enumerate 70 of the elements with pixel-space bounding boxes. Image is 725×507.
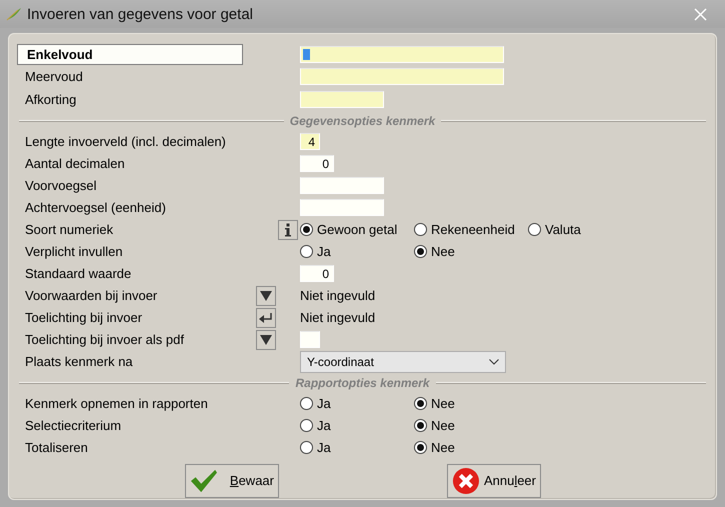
field-label: Totaliseren bbox=[24, 439, 89, 457]
field-label: Selectiecriterium bbox=[24, 417, 122, 435]
input-field[interactable] bbox=[300, 46, 504, 63]
input-field[interactable] bbox=[300, 177, 384, 194]
cancel-button[interactable]: Annuleer bbox=[447, 464, 541, 498]
text-cursor bbox=[303, 48, 310, 60]
dropdown-button[interactable] bbox=[256, 286, 276, 306]
radio-button[interactable] bbox=[300, 419, 313, 432]
input-field[interactable] bbox=[300, 90, 384, 108]
feather-icon bbox=[6, 7, 22, 21]
triangle-down-icon bbox=[260, 334, 272, 344]
field-label: Standaard waarde bbox=[24, 265, 132, 283]
field-label: Achtervoegsel (eenheid) bbox=[24, 199, 167, 217]
section-heading: Gegevensopties kenmerk bbox=[290, 114, 436, 128]
radio-option[interactable]: Nee bbox=[414, 396, 455, 411]
input-field[interactable]: 0 bbox=[300, 265, 334, 282]
radio-button[interactable] bbox=[300, 223, 313, 236]
field-label: Voorvoegsel bbox=[24, 177, 98, 195]
field-label: Toelichting bij invoer bbox=[24, 309, 144, 327]
input-field[interactable] bbox=[300, 331, 320, 348]
field-label: Meervoud bbox=[24, 68, 84, 86]
radio-option[interactable]: Rekeneenheid bbox=[414, 222, 515, 237]
close-icon bbox=[694, 8, 707, 20]
info-icon bbox=[283, 222, 293, 236]
radio-option[interactable]: Gewoon getal bbox=[300, 222, 398, 237]
return-icon bbox=[259, 312, 273, 322]
radio-button[interactable] bbox=[528, 223, 541, 236]
cancel-icon bbox=[452, 466, 480, 496]
window-title: Invoeren van gegevens voor getal bbox=[27, 6, 253, 22]
field-label: Soort numeriek bbox=[24, 221, 114, 239]
info-button[interactable] bbox=[278, 220, 298, 240]
value-text: Niet ingevuld bbox=[300, 310, 376, 325]
field-label: Verplicht invullen bbox=[24, 243, 124, 261]
field-label: Lengte invoerveld (incl. decimalen) bbox=[24, 133, 227, 151]
field-label: Kenmerk opnemen in rapporten bbox=[24, 395, 209, 413]
radio-button[interactable] bbox=[300, 441, 313, 454]
radio-button[interactable] bbox=[414, 441, 427, 454]
radio-option[interactable]: Ja bbox=[300, 418, 331, 433]
radio-option[interactable]: Valuta bbox=[528, 222, 581, 237]
return-button[interactable] bbox=[256, 308, 276, 328]
field-label: Enkelvoud bbox=[17, 44, 243, 65]
radio-option[interactable]: Ja bbox=[300, 244, 331, 259]
field-label: Toelichting bij invoer als pdf bbox=[24, 331, 185, 349]
radio-button[interactable] bbox=[414, 419, 427, 432]
radio-button[interactable] bbox=[300, 397, 313, 410]
radio-option[interactable]: Nee bbox=[414, 440, 455, 455]
triangle-down-icon bbox=[260, 290, 272, 300]
radio-button[interactable] bbox=[414, 397, 427, 410]
check-icon bbox=[190, 468, 218, 494]
field-label: Aantal decimalen bbox=[24, 155, 126, 173]
field-label: Plaats kenmerk na bbox=[24, 353, 134, 371]
radio-option[interactable]: Ja bbox=[300, 396, 331, 411]
input-field[interactable]: 0 bbox=[300, 155, 334, 172]
input-field[interactable]: 4 bbox=[300, 133, 320, 150]
section-heading: Rapportopties kenmerk bbox=[295, 376, 430, 390]
input-field[interactable] bbox=[300, 199, 384, 216]
dropdown-field[interactable]: Y-coordinaat bbox=[300, 350, 506, 372]
field-label: Voorwaarden bij invoer bbox=[24, 287, 158, 305]
radio-option[interactable]: Ja bbox=[300, 440, 331, 455]
field-label: Afkorting bbox=[24, 90, 78, 109]
save-button[interactable]: Bewaar bbox=[185, 464, 279, 498]
chevron-down-icon bbox=[489, 358, 499, 364]
value-text: Niet ingevuld bbox=[300, 288, 376, 303]
input-field[interactable] bbox=[300, 68, 504, 86]
radio-option[interactable]: Nee bbox=[414, 244, 455, 259]
dropdown-button[interactable] bbox=[256, 330, 276, 350]
radio-button[interactable] bbox=[414, 223, 427, 236]
radio-button[interactable] bbox=[300, 245, 313, 258]
radio-button[interactable] bbox=[414, 245, 427, 258]
radio-option[interactable]: Nee bbox=[414, 418, 455, 433]
